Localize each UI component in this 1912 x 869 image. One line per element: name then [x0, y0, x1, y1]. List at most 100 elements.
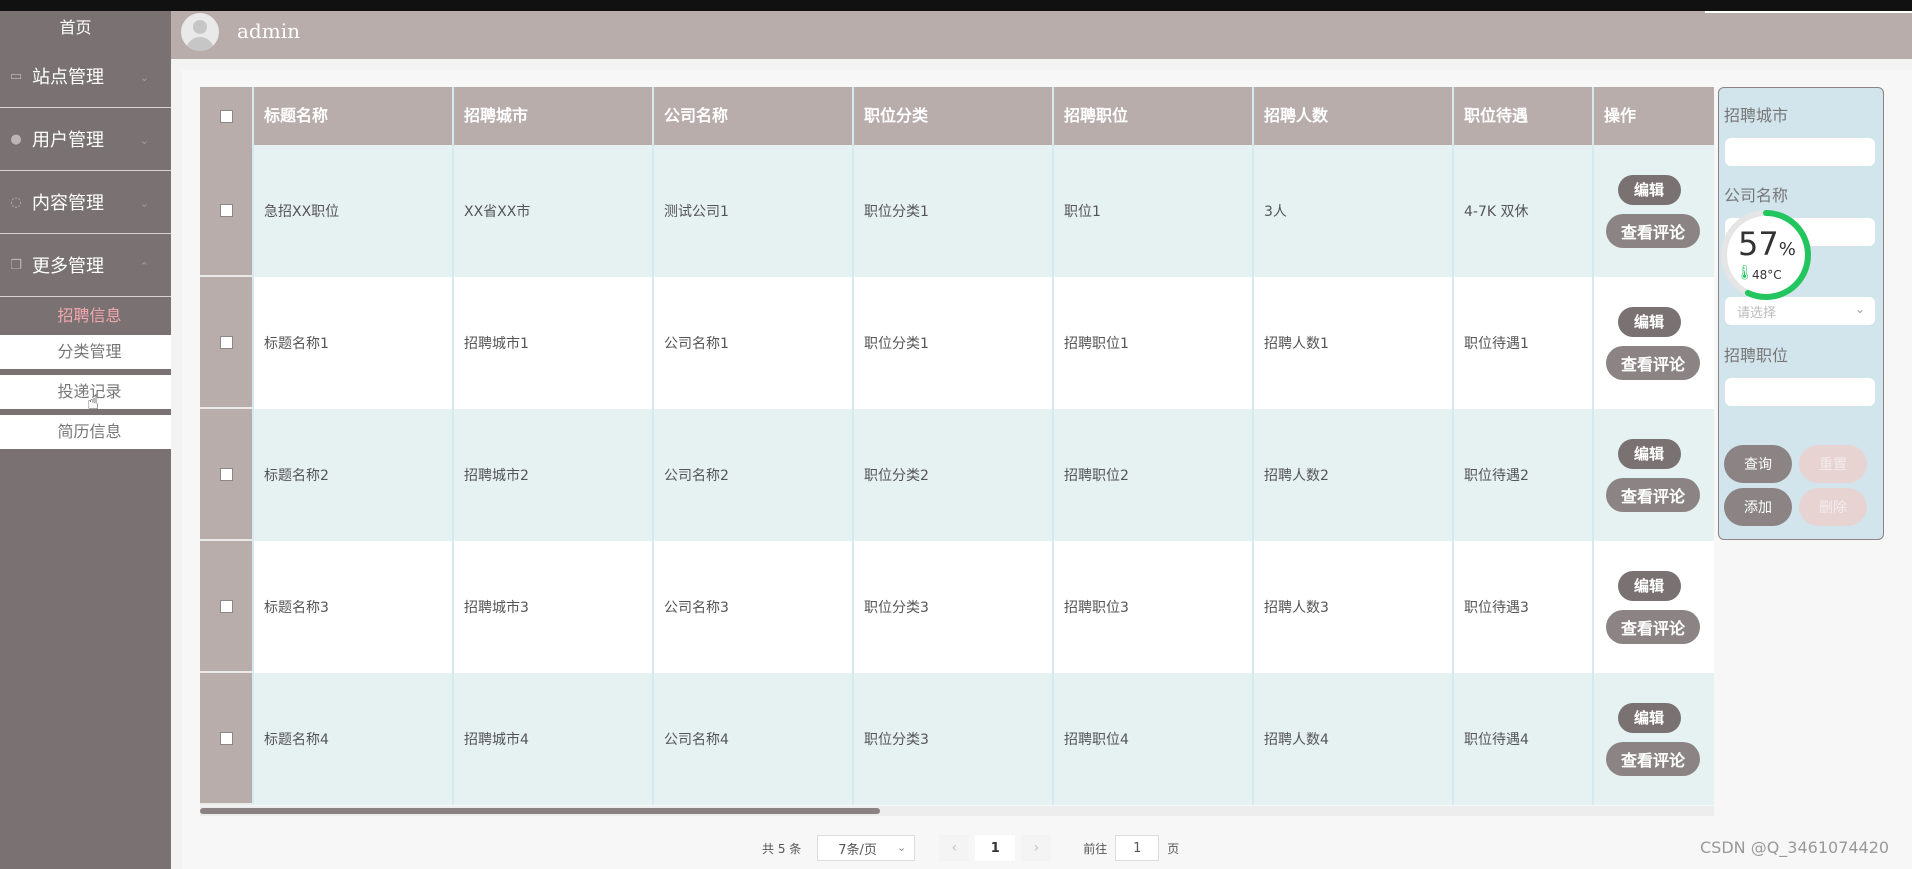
job-table: 标题名称 招聘城市 公司名称 职位分类 招聘职位 招聘人数 职位待遇 操作 急招…	[200, 87, 1714, 805]
row-actions: 编辑查看评论	[1594, 673, 1714, 805]
sidebar-home[interactable]: 首页	[0, 11, 171, 45]
sidebar-item-resume[interactable]: 简历信息	[0, 415, 171, 455]
row-checkbox[interactable]	[219, 203, 233, 217]
row-checkbox[interactable]	[219, 731, 233, 745]
sidebar-group-content[interactable]: ◌ 内容管理 ⌄	[0, 171, 171, 234]
table-cell: 急招XX职位	[254, 145, 454, 277]
row-checkbox[interactable]	[219, 599, 233, 613]
table-cell: 职位待遇1	[1454, 277, 1594, 409]
table-cell: 招聘人数4	[1254, 673, 1454, 805]
reset-button[interactable]: 重置	[1799, 445, 1867, 483]
column-header[interactable]: 招聘职位	[1054, 87, 1254, 145]
sidebar-group-label: 用户管理	[32, 130, 104, 151]
edit-button[interactable]: 编辑	[1617, 438, 1681, 469]
delete-button[interactable]: 删除	[1799, 488, 1867, 526]
page-size-select[interactable]: 7条/页 ⌄	[817, 835, 916, 861]
pagination: 共 5 条 7条/页 ⌄ ‹ 1 › 前往 1 页	[762, 835, 1179, 861]
row-select-cell	[200, 409, 254, 541]
table-cell: 招聘职位1	[1054, 277, 1254, 409]
column-header[interactable]: 招聘城市	[454, 87, 654, 145]
monitor-icon: ▭	[9, 68, 23, 84]
table-cell: 职位分类3	[854, 673, 1054, 805]
chevron-up-icon: ⌃	[139, 260, 149, 273]
table-cell: 招聘人数3	[1254, 541, 1454, 673]
chevron-down-icon: ⌄	[139, 71, 149, 84]
row-actions: 编辑查看评论	[1594, 409, 1714, 541]
position-input[interactable]	[1725, 378, 1875, 406]
row-actions: 编辑查看评论	[1594, 145, 1714, 277]
chevron-down-icon: ⌄	[139, 134, 149, 147]
table-row: 标题名称3 招聘城市3 公司名称3 职位分类3 招聘职位3 招聘人数3 职位待遇3 编辑 查看评…	[200, 541, 1714, 673]
prev-page-button[interactable]: ‹	[939, 835, 970, 861]
row-checkbox[interactable]	[219, 467, 233, 481]
table-cell: 标题名称2	[254, 409, 454, 541]
add-button[interactable]: 添加	[1724, 488, 1792, 526]
search-panel: 招聘城市 公司名称 请选择 ⌄ 招聘职位 查询 重置 添加 删除	[1718, 87, 1884, 540]
chat-icon: ◌	[10, 194, 22, 210]
row-select-cell	[200, 673, 254, 805]
chevron-down-icon: ⌄	[1854, 302, 1865, 316]
table-cell: 公司名称3	[654, 541, 854, 673]
page-number[interactable]: 1	[975, 835, 1016, 861]
table-cell: 标题名称1	[254, 277, 454, 409]
view-comments-button[interactable]: 查看评论	[1606, 609, 1700, 644]
view-comments-button[interactable]: 查看评论	[1606, 345, 1700, 380]
sidebar-item-jobs[interactable]: 招聘信息	[0, 297, 171, 335]
select-all-cell	[200, 87, 254, 145]
table-row: 标题名称2 招聘城市2 公司名称2 职位分类2 招聘职位2 招聘人数2 职位待遇2 编辑 查看评…	[200, 409, 1714, 541]
edit-button[interactable]: 编辑	[1617, 306, 1681, 337]
sidebar-group-label: 站点管理	[32, 67, 104, 88]
city-input[interactable]	[1725, 138, 1875, 166]
table-cell: 职位待遇3	[1454, 541, 1594, 673]
top-strip	[0, 0, 1912, 11]
edit-button[interactable]: 编辑	[1617, 570, 1681, 601]
table-cell: 职位分类2	[854, 409, 1054, 541]
table-row: 标题名称4 招聘城市4 公司名称4 职位分类3 招聘职位4 招聘人数4 职位待遇4 编辑 查看评…	[200, 673, 1714, 805]
sidebar-group-site[interactable]: ▭ 站点管理 ⌄	[0, 45, 171, 108]
table-cell: 招聘人数2	[1254, 409, 1454, 541]
table-cell: 标题名称3	[254, 541, 454, 673]
gauge-percent: 57%	[1738, 225, 1796, 263]
row-select-cell	[200, 541, 254, 673]
sidebar-item-category[interactable]: 分类管理	[0, 335, 171, 375]
table-cell: 职位1	[1054, 145, 1254, 277]
table-cell: 招聘职位4	[1054, 673, 1254, 805]
table-body: 急招XX职位 XX省XX市 测试公司1 职位分类1 职位1 3人 4-7K 双休 编辑 查看评论…	[200, 145, 1714, 805]
horizontal-scrollbar[interactable]	[200, 808, 880, 814]
company-label: 公司名称	[1724, 186, 1789, 205]
sidebar-group-more[interactable]: ❐ 更多管理 ⌃	[0, 234, 171, 297]
avatar[interactable]	[181, 13, 219, 51]
user-icon: ●	[10, 131, 22, 147]
watermark: CSDN @Q_3461074420	[1700, 838, 1890, 857]
edit-button[interactable]: 编辑	[1617, 174, 1681, 205]
sidebar-item-applications[interactable]: 投递记录	[0, 375, 171, 415]
view-comments-button[interactable]: 查看评论	[1606, 741, 1700, 776]
table-cell: 招聘城市1	[454, 277, 654, 409]
view-comments-button[interactable]: 查看评论	[1606, 477, 1700, 512]
row-checkbox[interactable]	[219, 335, 233, 349]
query-button[interactable]: 查询	[1724, 445, 1792, 483]
select-all-checkbox[interactable]	[219, 109, 233, 123]
table-cell: 测试公司1	[654, 145, 854, 277]
goto-label: 前往	[1083, 841, 1108, 856]
table-row: 急招XX职位 XX省XX市 测试公司1 职位分类1 职位1 3人 4-7K 双休 编辑 查看评论	[200, 145, 1714, 277]
next-page-button[interactable]: ›	[1021, 835, 1052, 861]
goto-page-input[interactable]: 1	[1115, 835, 1160, 861]
sidebar: 首页 ▭ 站点管理 ⌄ ● 用户管理 ⌄ ◌ 内容管理 ⌄ ❐ 更多管理 ⌃ 招…	[0, 11, 171, 869]
column-header[interactable]: 招聘人数	[1254, 87, 1454, 145]
position-label: 招聘职位	[1724, 346, 1789, 365]
column-header: 操作	[1604, 106, 1637, 125]
view-comments-button[interactable]: 查看评论	[1606, 213, 1700, 248]
page-size-value: 7条/页	[838, 842, 877, 858]
column-header[interactable]: 公司名称	[654, 87, 854, 145]
header: admin	[171, 11, 1912, 59]
sidebar-group-user[interactable]: ● 用户管理 ⌄	[0, 108, 171, 171]
row-actions: 编辑查看评论	[1594, 541, 1714, 673]
column-header[interactable]: 职位待遇	[1454, 87, 1594, 145]
sidebar-group-label: 更多管理	[32, 256, 104, 277]
column-header[interactable]: 职位分类	[854, 87, 1054, 145]
edit-button[interactable]: 编辑	[1617, 702, 1681, 733]
column-header[interactable]: 标题名称	[254, 87, 454, 145]
table-cell: 职位分类1	[854, 145, 1054, 277]
table-cell: 公司名称4	[654, 673, 854, 805]
